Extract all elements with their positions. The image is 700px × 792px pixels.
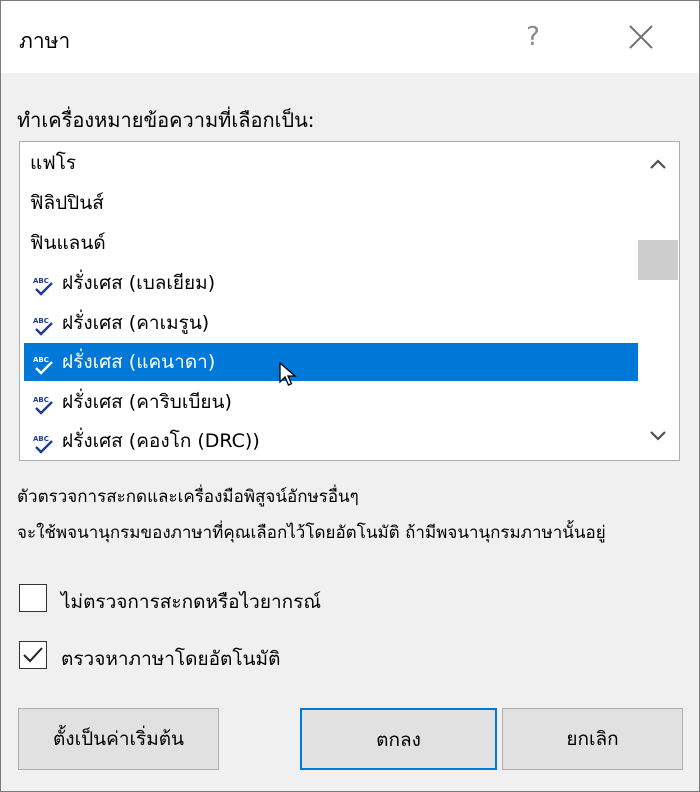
help-button[interactable]: ? xyxy=(511,15,555,59)
detect-language-checkbox[interactable] xyxy=(19,641,47,669)
scroll-up-button[interactable] xyxy=(638,146,678,182)
spellcheck-icon: ABC xyxy=(32,430,56,454)
scroll-down-button[interactable] xyxy=(638,418,678,454)
chevron-down-icon xyxy=(650,431,666,441)
mouse-pointer-icon xyxy=(279,361,297,392)
spellcheck-icon: ABC xyxy=(32,391,56,415)
language-list-item[interactable]: ABC ฝรั่งเศส (แคนาดา) xyxy=(24,343,638,381)
close-icon xyxy=(629,25,653,49)
language-listbox[interactable]: แฟโรฟิลิปปินส์ฟินแลนด์ ABC ฝรั่งเศส (เบลเย… xyxy=(19,141,680,461)
cancel-button[interactable]: ยกเลิก xyxy=(502,708,683,770)
list-scrollbar[interactable] xyxy=(638,142,678,460)
checkmark-icon xyxy=(23,647,43,663)
language-name: ฝรั่งเศส (คองโก (DRC)) xyxy=(62,430,260,452)
language-name: ฟินแลนด์ xyxy=(30,232,106,254)
svg-text:ABC: ABC xyxy=(33,396,49,404)
language-list-item[interactable]: ABC ฝรั่งเศส (คองโก (DRC)) xyxy=(24,422,638,460)
info-text-line1: ตัวตรวจการสะกดและเครื่องมือพิสูจน์อักษรอ… xyxy=(17,487,359,507)
spellcheck-icon: ABC xyxy=(32,272,56,296)
language-list-item[interactable]: แฟโร xyxy=(24,144,638,182)
svg-text:ABC: ABC xyxy=(33,435,49,443)
detect-language-label[interactable]: ตรวจหาภาษาโดยอัตโนมัติ xyxy=(61,644,280,674)
svg-text:ABC: ABC xyxy=(33,277,49,285)
spellcheck-icon: ABC xyxy=(32,351,56,375)
set-default-button[interactable]: ตั้งเป็นค่าเริ่มต้น xyxy=(18,708,219,770)
chevron-up-icon xyxy=(650,159,666,169)
no-proofing-checkbox[interactable] xyxy=(19,584,47,612)
language-list: แฟโรฟิลิปปินส์ฟินแลนด์ ABC ฝรั่งเศส (เบลเย… xyxy=(20,142,638,460)
scroll-thumb[interactable] xyxy=(638,240,678,280)
language-name: ฝรั่งเศส (คาริบเบียน) xyxy=(62,391,232,413)
language-list-item[interactable]: ABC ฝรั่งเศส (คาเมรูน) xyxy=(24,304,638,342)
svg-text:ABC: ABC xyxy=(33,356,49,364)
language-name: ฝรั่งเศส (คาเมรูน) xyxy=(62,312,210,334)
language-list-item[interactable]: ฟิลิปปินส์ xyxy=(24,184,638,222)
language-list-item[interactable]: ABC ฝรั่งเศส (เบลเยียม) xyxy=(24,264,638,302)
no-proofing-label[interactable]: ไม่ตรวจการสะกดหรือไวยากรณ์ xyxy=(61,587,321,617)
language-name: แฟโร xyxy=(30,152,77,174)
language-list-item[interactable]: ฟินแลนด์ xyxy=(24,224,638,262)
close-button[interactable] xyxy=(619,15,663,59)
language-name: ฝรั่งเศส (เบลเยียม) xyxy=(62,272,216,294)
mark-text-label: ทำเครื่องหมายข้อความที่เลือกเป็น: xyxy=(17,108,315,132)
language-name: ฝรั่งเศส (แคนาดา) xyxy=(62,351,216,373)
language-name: ฟิลิปปินส์ xyxy=(30,192,104,214)
title-bar: ภาษา ? xyxy=(1,1,699,73)
info-text-line2: จะใช้พจนานุกรมของภาษาที่คุณเลือกไว้โดยอั… xyxy=(17,523,606,543)
ok-button[interactable]: ตกลง xyxy=(300,708,497,770)
language-dialog: ภาษา ? ทำเครื่องหมายข้อความที่เลือกเป็น:… xyxy=(0,0,700,792)
svg-text:ABC: ABC xyxy=(33,317,49,325)
dialog-title: ภาษา xyxy=(19,29,71,53)
language-list-item[interactable]: ABC ฝรั่งเศส (คาริบเบียน) xyxy=(24,383,638,421)
spellcheck-icon: ABC xyxy=(32,312,56,336)
